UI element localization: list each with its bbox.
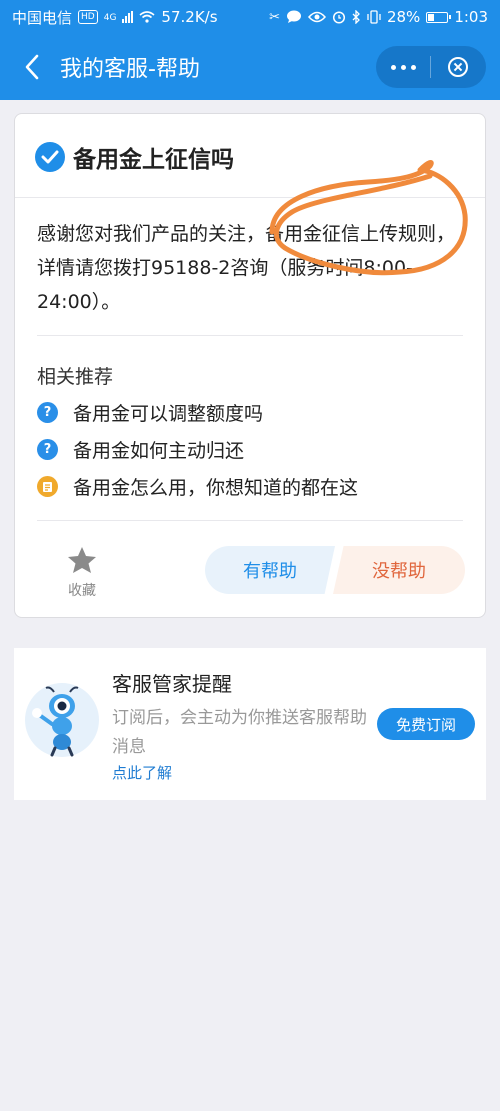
app-notification-icon: ✂: [269, 9, 280, 25]
subscribe-description: 订阅后，会主动为你推送客服帮助消息: [112, 708, 367, 757]
page-title: 我的客服-帮助: [60, 57, 200, 82]
question-header: 备用金上征信吗: [35, 140, 234, 174]
related-item-label: 备用金如何主动归还: [73, 440, 245, 462]
more-button[interactable]: [376, 46, 430, 88]
favorite-button[interactable]: 收藏: [57, 546, 107, 600]
carrier-label: 中国电信: [12, 8, 73, 27]
chevron-left-icon: [25, 54, 39, 80]
learn-more-link[interactable]: 点此了解: [112, 762, 172, 783]
subscribe-button[interactable]: 免费订阅: [377, 708, 475, 740]
document-icon: [37, 476, 58, 497]
ant-mascot-icon: [25, 683, 99, 757]
subscribe-card: 客服管家提醒 订阅后，会主动为你推送客服帮助消息 点此了解 免费订阅: [14, 648, 486, 800]
speed-label: 57.2K/s: [161, 8, 218, 26]
feedback-divider: [37, 520, 463, 521]
related-item[interactable]: ? 备用金可以调整额度吗: [37, 394, 457, 431]
bluetooth-icon: [352, 10, 360, 24]
answer-divider: [37, 335, 463, 336]
back-button[interactable]: [12, 47, 52, 87]
wifi-icon: [139, 11, 155, 23]
question-circle-icon: ?: [37, 439, 58, 460]
more-dot: [410, 64, 416, 70]
answer-text: 感谢您对我们产品的关注，备用金征信上传规则，详情请您拨打95188-2咨询（服务…: [37, 223, 456, 313]
battery-icon: [426, 11, 452, 23]
chat-icon: [286, 10, 301, 23]
favorite-label: 收藏: [68, 583, 96, 599]
signal-icon: [122, 11, 134, 23]
network-label: 4G: [103, 12, 117, 23]
subscribe-title: 客服管家提醒: [112, 672, 232, 696]
hd-badge: HD: [78, 10, 98, 24]
vibrate-icon: [367, 10, 381, 24]
related-item[interactable]: ? 备用金如何主动归还: [37, 431, 457, 468]
question-circle-icon: ?: [37, 402, 58, 423]
alarm-icon: [332, 11, 346, 24]
related-list: ? 备用金可以调整额度吗 ? 备用金如何主动归还 备用金怎么用，你想知道的都在这: [37, 394, 457, 505]
not-helpful-button[interactable]: 没帮助: [333, 546, 465, 594]
check-circle-icon: [35, 142, 65, 172]
header-divider: [15, 197, 485, 198]
mini-program-capsule: [376, 46, 486, 88]
related-item-label: 备用金怎么用，你想知道的都在这: [73, 477, 359, 499]
clock-label: 1:03: [454, 8, 488, 26]
question-title: 备用金上征信吗: [73, 147, 234, 173]
star-icon: [68, 547, 96, 573]
answer-card: 备用金上征信吗 感谢您对我们产品的关注，备用金征信上传规则，详情请您拨打9518…: [14, 113, 486, 618]
close-circle-icon: [448, 57, 468, 77]
helpful-button[interactable]: 有帮助: [205, 546, 335, 594]
close-button[interactable]: [431, 46, 485, 88]
battery-label: 28%: [386, 8, 421, 26]
related-item-label: 备用金可以调整额度吗: [73, 403, 264, 425]
related-title: 相关推荐: [37, 366, 114, 388]
more-dot: [400, 64, 406, 70]
eye-icon: [307, 11, 326, 23]
more-dots-icon: [390, 64, 396, 70]
nav-bar: 我的客服-帮助: [0, 34, 500, 100]
status-bar: 中国电信 HD 4G 57.2K/s ✂ 28% 1:03: [0, 0, 500, 34]
related-item[interactable]: 备用金怎么用，你想知道的都在这: [37, 468, 457, 505]
